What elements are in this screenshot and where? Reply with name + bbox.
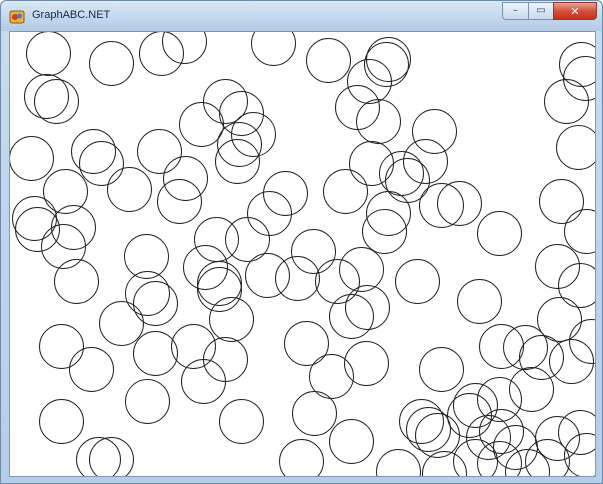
close-icon: ✕ — [570, 4, 580, 18]
drawn-circle — [162, 32, 207, 64]
drawn-circle — [133, 331, 178, 376]
drawn-circle — [415, 413, 460, 458]
window-title: GraphABC.NET — [32, 9, 111, 21]
drawn-circle — [519, 335, 564, 380]
drawn-circle — [39, 324, 84, 369]
drawn-circle — [179, 102, 224, 147]
drawn-circle — [41, 224, 86, 269]
drawn-circle — [203, 337, 248, 382]
drawn-circle — [197, 261, 242, 306]
maximize-icon: ▭ — [536, 5, 546, 16]
drawn-circle — [76, 437, 121, 476]
drawn-circle — [366, 191, 411, 236]
drawn-circle — [362, 209, 407, 254]
drawn-circle — [329, 294, 374, 339]
drawn-circle — [399, 399, 444, 444]
drawn-circle — [376, 449, 421, 476]
drawn-circle — [291, 229, 336, 274]
drawn-circle — [356, 99, 401, 144]
drawn-circle — [251, 32, 296, 66]
drawn-circle — [419, 347, 464, 392]
maximize-button[interactable]: ▭ — [528, 2, 553, 20]
drawn-circle — [39, 399, 84, 444]
drawing-canvas[interactable] — [9, 31, 596, 477]
drawn-circle — [349, 141, 394, 186]
drawn-circle — [225, 217, 270, 262]
drawn-circle — [107, 167, 152, 212]
drawn-circle — [71, 129, 116, 174]
drawn-circle — [163, 156, 208, 201]
drawn-circle — [15, 207, 60, 252]
drawn-circle — [247, 191, 292, 236]
drawn-circle — [306, 38, 351, 83]
drawn-circle — [323, 169, 368, 214]
drawn-circle — [339, 247, 384, 292]
drawn-circle — [219, 399, 264, 444]
minimize-button[interactable]: – — [502, 2, 528, 20]
drawn-circle — [479, 324, 524, 369]
drawn-circle — [26, 32, 71, 76]
drawn-circle — [231, 112, 276, 157]
drawn-circle — [89, 41, 134, 86]
drawn-circle — [99, 301, 144, 346]
drawn-circle — [563, 56, 595, 101]
drawn-circle — [509, 367, 554, 412]
title-bar[interactable]: GraphABC.NET – ▭ ✕ — [1, 1, 602, 31]
drawn-circle — [315, 259, 360, 304]
drawn-circle — [275, 256, 320, 301]
drawn-circle — [54, 259, 99, 304]
drawn-circle — [137, 129, 182, 174]
drawn-circle — [556, 125, 595, 170]
drawn-circle — [284, 321, 329, 366]
drawn-circle — [535, 244, 580, 289]
drawn-circle — [245, 253, 290, 298]
drawn-circle — [133, 281, 178, 326]
drawn-circle — [219, 91, 264, 136]
drawn-circle — [544, 79, 589, 124]
drawn-circle — [34, 79, 79, 124]
drawn-circle — [263, 171, 308, 216]
drawn-circle — [479, 409, 524, 454]
circles-drawing — [10, 32, 595, 476]
drawn-circle — [422, 451, 467, 476]
drawn-circle — [329, 419, 374, 464]
drawn-circle — [279, 439, 324, 476]
drawn-circle — [403, 139, 448, 184]
drawn-circle — [344, 341, 389, 386]
minimize-icon: – — [513, 5, 518, 16]
drawn-circle — [558, 263, 595, 308]
drawn-circle — [12, 196, 57, 241]
graphabc-app-icon[interactable] — [9, 9, 25, 25]
drawn-circle — [569, 319, 595, 364]
drawn-circle — [335, 85, 380, 130]
drawn-circle — [139, 32, 184, 76]
drawn-circle — [549, 339, 594, 384]
drawn-circle — [292, 391, 337, 436]
caption-buttons: – ▭ ✕ — [502, 2, 597, 20]
drawn-circle — [69, 347, 114, 392]
drawn-circle — [537, 297, 582, 342]
app-window: GraphABC.NET – ▭ ✕ — [0, 0, 603, 484]
drawn-circle — [10, 136, 54, 181]
drawn-circle — [125, 379, 170, 424]
close-button[interactable]: ✕ — [553, 2, 597, 20]
drawn-circle — [24, 74, 69, 119]
drawn-circle — [395, 259, 440, 304]
drawn-circle — [364, 42, 409, 87]
drawn-circle — [79, 141, 124, 186]
drawn-circle — [385, 158, 430, 203]
drawn-circle — [345, 285, 390, 330]
drawn-circle — [209, 297, 254, 342]
drawn-circle — [539, 179, 584, 224]
drawn-circle — [412, 109, 457, 154]
drawn-circle — [457, 279, 502, 324]
drawn-circle — [477, 211, 522, 256]
drawn-circle — [564, 209, 595, 254]
drawn-circle — [157, 179, 202, 224]
drawn-circle — [379, 151, 424, 196]
drawn-circle — [89, 437, 134, 476]
